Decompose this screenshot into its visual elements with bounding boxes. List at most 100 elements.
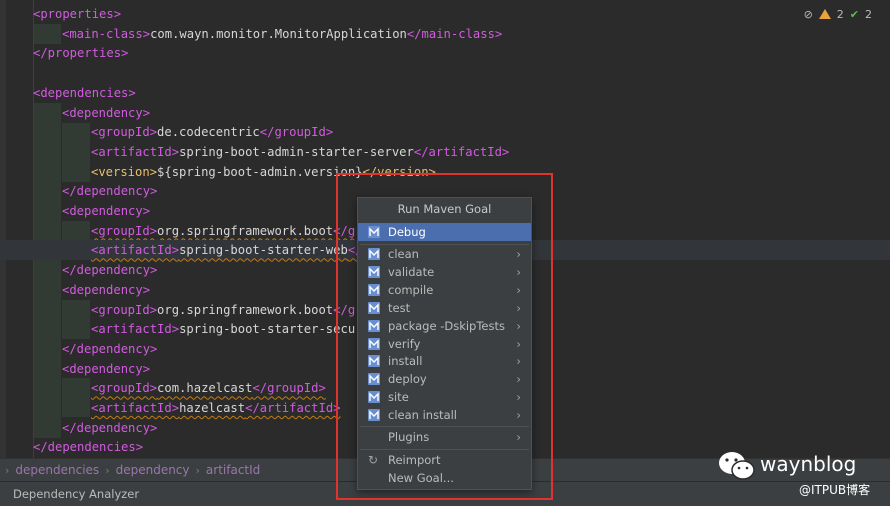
xml-tag: </dependency> (62, 184, 158, 199)
menu-item-label: Plugins (388, 430, 430, 444)
code-line: <main-class>com.wayn.monitor.MonitorAppl… (0, 24, 890, 44)
menu-item-goal[interactable]: install › (358, 352, 531, 370)
menu-item-new-goal[interactable]: New Goal... (358, 469, 531, 487)
xml-text: com.hazelcast (157, 381, 253, 396)
menu-item-label: compile (388, 282, 434, 297)
chevron-right-icon: › (516, 354, 521, 369)
menu-item-goal[interactable]: site › (358, 388, 531, 406)
code-line: <artifactId>spring-boot-admin-starter-se… (0, 142, 890, 162)
chevron-right-icon: › (195, 463, 200, 477)
xml-tag: <dependency> (62, 282, 151, 297)
xml-tag: <main-class> (62, 26, 151, 41)
chevron-right-icon: › (516, 300, 521, 315)
xml-tag: </version> (362, 164, 436, 179)
watermark-sub: @ITPUB博客 (799, 483, 871, 497)
xml-tag: <dependency> (62, 204, 151, 218)
xml-tag: <artifactId> (91, 243, 180, 258)
breadcrumb-item-artifactid[interactable]: artifactId (206, 463, 260, 477)
run-maven-goal-popup: Run Maven Goal Debug clean › validate › comp… (357, 197, 532, 490)
maven-icon (368, 355, 380, 368)
code-line: <dependencies> (0, 83, 890, 103)
xml-text: hazelcast (179, 401, 246, 415)
menu-item-label: deploy (388, 372, 427, 387)
xml-text: com.wayn.monitor.MonitorApplication (150, 26, 407, 41)
maven-icon (368, 373, 380, 386)
chevron-right-icon: › (516, 282, 521, 297)
xml-tag: </groupId> (252, 381, 326, 396)
refresh-icon: ↻ (368, 453, 379, 467)
menu-item-goal[interactable]: clean › (358, 245, 531, 263)
popup-title: Run Maven Goal (397, 202, 492, 216)
chevron-right-icon: › (516, 408, 521, 423)
dependency-analyzer-tab[interactable]: Dependency Analyzer (13, 487, 139, 501)
breadcrumb-item-dependency[interactable]: dependency (116, 463, 190, 477)
watermark: waynblog @ITPUB博客 (718, 450, 888, 505)
menu-item-goal[interactable]: deploy › (358, 370, 531, 388)
xml-tag: <groupId> (91, 223, 158, 238)
menu-item-reimport[interactable]: ↻ Reimport (358, 451, 531, 469)
chevron-right-icon: › (516, 390, 521, 405)
chevron-right-icon: › (516, 318, 521, 333)
menu-item-goal[interactable]: package -DskipTests › (358, 317, 531, 335)
menu-item-goal[interactable]: validate › (358, 263, 531, 281)
xml-tag: <version> (91, 164, 158, 179)
menu-item-label: validate (388, 264, 435, 279)
code-line: <dependency> (0, 103, 890, 123)
code-line: <version>${spring-boot-admin.version}</v… (0, 162, 890, 182)
menu-item-label: clean install (388, 408, 458, 423)
menu-item-label: test (388, 300, 411, 315)
popup-separator (360, 426, 529, 427)
chevron-right-icon: › (516, 247, 521, 261)
menu-item-label: Reimport (388, 453, 441, 467)
maven-icon (368, 337, 380, 350)
menu-item-goal[interactable]: clean install › (358, 406, 531, 424)
xml-tag: <artifactId> (91, 144, 180, 159)
xml-tag: </main-class> (406, 26, 503, 41)
menu-item-plugins[interactable]: Plugins › (358, 428, 531, 446)
check-icon: ✔ (849, 7, 859, 21)
chevron-right-icon: › (516, 264, 521, 279)
menu-item-label: clean (388, 247, 419, 261)
eye-off-icon[interactable]: ⊘ (804, 8, 813, 21)
menu-item-label: package -DskipTests (388, 318, 505, 333)
xml-tag: </dependencies> (33, 440, 144, 455)
breadcrumb-item-dependencies[interactable]: dependencies (15, 463, 99, 477)
warning-icon (818, 9, 831, 19)
menu-item-goal[interactable]: test › (358, 299, 531, 317)
xml-tag: <artifactId> (91, 401, 180, 415)
chevron-right-icon: › (105, 463, 110, 477)
xml-tag: </artifactId> (413, 144, 510, 159)
menu-item-label: site (388, 390, 409, 405)
xml-text: org.springframework.boot (157, 223, 334, 238)
inspection-widget[interactable]: ⊘ 2 ✔ 2 (804, 6, 872, 22)
maven-icon (368, 248, 380, 260)
xml-tag: </dependency> (62, 263, 158, 278)
maven-icon (368, 226, 380, 238)
menu-item-goal[interactable]: compile › (358, 281, 531, 299)
chevron-right-icon: › (5, 463, 10, 477)
xml-text: spring-boot-starter-secur (179, 322, 363, 337)
xml-tag: <groupId> (91, 125, 158, 140)
maven-icon (368, 301, 380, 314)
xml-text: ${spring-boot-admin.version} (157, 164, 363, 179)
xml-tag: </dependency> (62, 341, 158, 356)
menu-item-label: verify (388, 336, 421, 351)
chevron-right-icon: › (516, 372, 521, 387)
xml-tag: <dependency> (62, 105, 151, 120)
xml-text: org.springframework.boot (157, 302, 334, 317)
menu-item-debug[interactable]: Debug (358, 223, 531, 241)
xml-tag: </groupId> (259, 125, 334, 140)
xml-text: spring-boot-admin-starter-server (179, 144, 414, 159)
xml-tag: </dependency> (62, 420, 158, 435)
ok-count: 2 (865, 7, 872, 21)
menu-item-goal[interactable]: verify › (358, 335, 531, 353)
warning-count: 2 (836, 7, 844, 21)
maven-icon (368, 265, 380, 278)
xml-tag: </artifactId> (245, 401, 341, 415)
chevron-right-icon: › (516, 430, 521, 444)
menu-item-label: Debug (388, 225, 426, 239)
xml-tag: <artifactId> (91, 322, 180, 337)
code-line: <groupId>de.codecentric</groupId> (0, 122, 890, 142)
maven-icon (368, 391, 380, 404)
